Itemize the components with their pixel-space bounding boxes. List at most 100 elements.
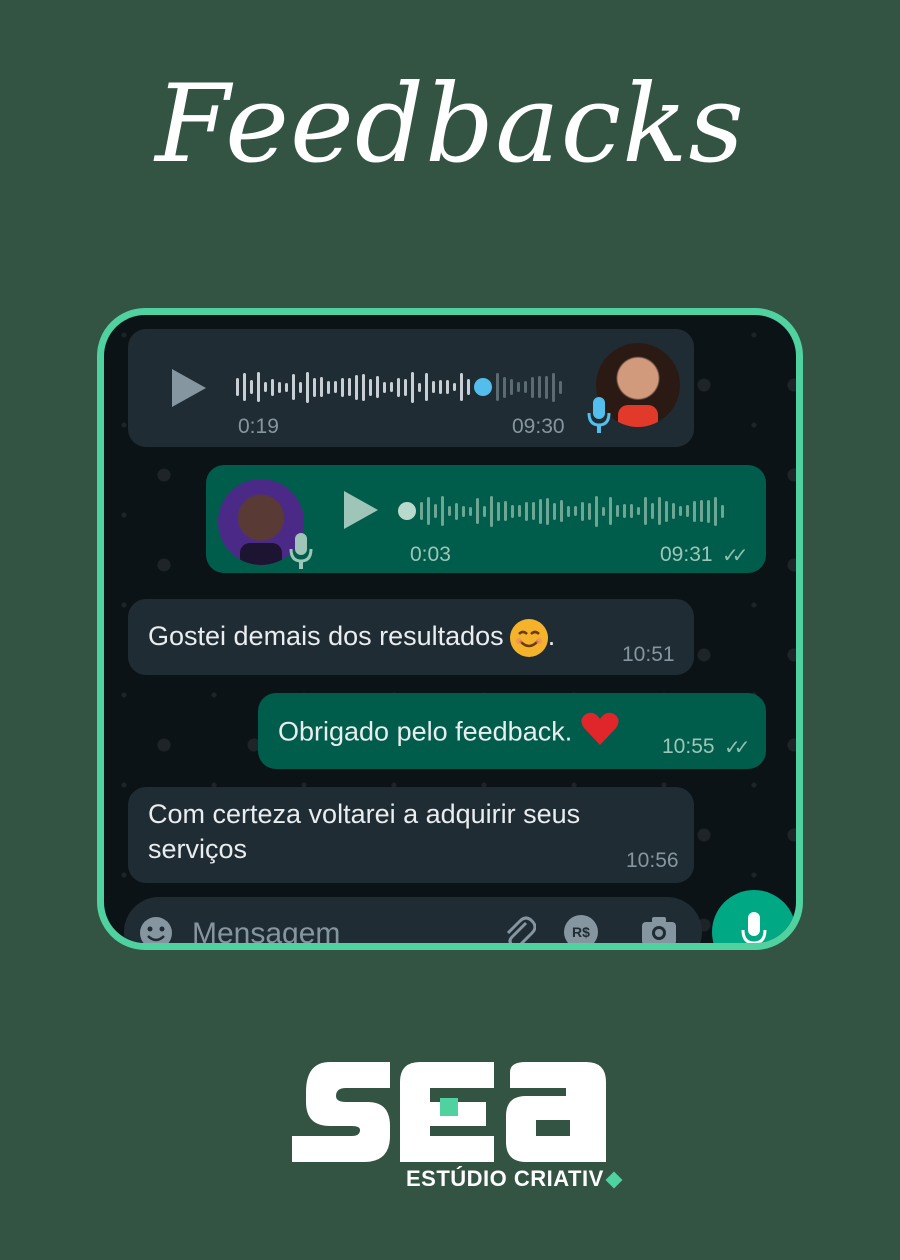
- read-receipt-icon: ✓✓: [722, 545, 748, 567]
- play-icon[interactable]: [344, 491, 378, 529]
- brand-tagline: ESTÚDIO CRIATIV: [406, 1166, 623, 1192]
- voice-waveform[interactable]: [398, 491, 724, 531]
- waveform-bar: [552, 372, 555, 402]
- waveform-bar: [434, 504, 437, 518]
- smiling-face-emoji: [509, 619, 548, 657]
- waveform-bar: [559, 380, 562, 394]
- message-text-suffix: .: [547, 621, 556, 652]
- waveform-bar: [581, 501, 584, 521]
- emoji-icon[interactable]: [138, 915, 174, 950]
- waveform-bar: [383, 381, 386, 393]
- waveform-bar: [460, 373, 463, 401]
- play-icon[interactable]: [172, 369, 206, 407]
- waveform-bar: [376, 376, 379, 398]
- waveform-bar: [397, 377, 400, 397]
- message-incoming[interactable]: Gostei demais dos resultados. 10:51: [128, 599, 694, 675]
- waveform-bar: [236, 378, 239, 396]
- waveform-bar: [503, 376, 506, 398]
- waveform-bar: [693, 500, 696, 522]
- message-text: Obrigado pelo feedback.: [278, 711, 620, 756]
- waveform-bar: [462, 505, 465, 517]
- waveform-bar: [700, 500, 703, 522]
- waveform-bar: [545, 375, 548, 399]
- voice-waveform[interactable]: [236, 367, 562, 407]
- waveform-bar: [446, 380, 449, 394]
- waveform-bar: [425, 373, 428, 401]
- message-line: Com certeza voltarei a adquirir seus: [148, 799, 581, 829]
- message-outgoing[interactable]: Obrigado pelo feedback. 10:55 ✓✓: [258, 693, 766, 769]
- waveform-bar: [483, 505, 486, 517]
- waveform-bar: [539, 498, 542, 524]
- waveform-bar: [278, 381, 281, 393]
- waveform-bar: [665, 500, 668, 522]
- waveform-bar: [285, 382, 288, 392]
- message-text-content: Obrigado pelo feedback.: [278, 716, 573, 747]
- message-text-content: Gostei demais dos resultados: [148, 621, 504, 652]
- waveform-bar: [616, 505, 619, 517]
- message-input[interactable]: Mensagem: [192, 917, 340, 943]
- playback-knob[interactable]: [398, 502, 416, 520]
- voice-duration: 0:19: [238, 415, 279, 438]
- waveform-bar: [553, 502, 556, 520]
- waveform-bar: [518, 505, 521, 517]
- waveform-bar: [609, 497, 612, 525]
- waveform-bar: [327, 380, 330, 394]
- brand-tagline-text: ESTÚDIO CRIATIV: [406, 1166, 604, 1191]
- camera-icon[interactable]: [640, 915, 678, 947]
- waveform-bar: [469, 506, 472, 516]
- message-incoming[interactable]: Com certeza voltarei a adquirir seus ser…: [128, 787, 694, 883]
- waveform-bar: [532, 502, 535, 520]
- waveform-bar: [679, 506, 682, 516]
- payment-label: R$: [572, 924, 590, 940]
- page-title: Feedbacks: [155, 62, 745, 187]
- message-input-bar[interactable]: Mensagem R$: [124, 897, 702, 950]
- waveform-bar: [496, 373, 499, 401]
- attach-icon[interactable]: [502, 913, 536, 950]
- voice-duration: 0:03: [410, 543, 451, 566]
- waveform-bar: [595, 495, 598, 527]
- message-time: 09:31: [660, 543, 713, 566]
- waveform-bar: [432, 381, 435, 393]
- waveform-bar: [490, 495, 493, 527]
- waveform-bar: [467, 379, 470, 395]
- waveform-bar: [243, 373, 246, 401]
- microphone-icon: [741, 912, 767, 943]
- message-text: Com certeza voltarei a adquirir seus ser…: [148, 797, 580, 867]
- waveform-bar: [525, 501, 528, 521]
- waveform-bar: [517, 382, 520, 392]
- waveform-bar: [531, 376, 534, 398]
- payment-icon[interactable]: R$: [564, 915, 598, 943]
- voice-message-outgoing[interactable]: 0:03 09:31 ✓✓: [206, 465, 766, 573]
- waveform-bar: [686, 505, 689, 517]
- sea-logo-mark: [292, 1062, 606, 1162]
- playback-knob[interactable]: [474, 378, 492, 396]
- waveform-bar: [453, 383, 456, 391]
- message-time: 09:30: [512, 415, 565, 438]
- waveform-bar: [497, 501, 500, 521]
- voice-message-incoming[interactable]: 0:19 09:30: [128, 329, 694, 447]
- waveform-bar: [504, 501, 507, 521]
- waveform-bar: [348, 378, 351, 396]
- waveform-bar: [390, 382, 393, 392]
- waveform-bar: [714, 496, 717, 526]
- message-line: serviços: [148, 834, 248, 864]
- waveform-bar: [658, 497, 661, 525]
- waveform-bar: [721, 504, 724, 518]
- waveform-bar: [441, 496, 444, 526]
- waveform-bar: [651, 503, 654, 519]
- waveform-bar: [511, 504, 514, 518]
- waveform-bar: [588, 502, 591, 520]
- waveform-bar: [644, 497, 647, 525]
- waveform-bar: [292, 374, 295, 400]
- message-text: Gostei demais dos resultados.: [148, 619, 555, 657]
- waveform-bar: [355, 374, 358, 400]
- red-heart-emoji: [580, 711, 620, 756]
- waveform-bar: [602, 506, 605, 516]
- read-receipt-icon: ✓✓: [724, 737, 750, 759]
- waveform-bar: [320, 377, 323, 397]
- waveform-bar: [264, 382, 267, 392]
- waveform-bar: [637, 507, 640, 515]
- waveform-bar: [630, 504, 633, 518]
- waveform-bar: [707, 499, 710, 523]
- message-time: 10:56: [626, 849, 679, 872]
